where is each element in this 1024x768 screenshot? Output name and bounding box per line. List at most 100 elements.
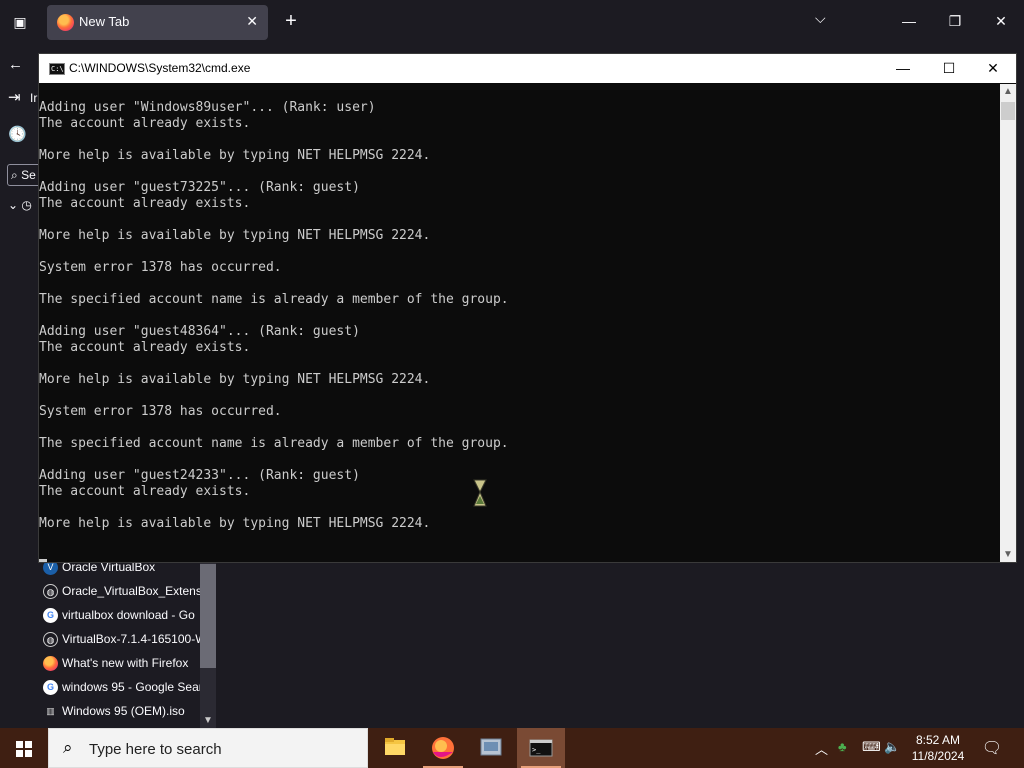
console-line: Adding user "guest24233"... (Rank: guest…	[39, 468, 360, 483]
console-line: Adding user "guest48364"... (Rank: guest…	[39, 324, 360, 339]
tab-title: New Tab	[79, 14, 130, 29]
chevron-down-icon[interactable]: ⌵	[815, 10, 826, 27]
list-item[interactable]: What's new with Firefox	[38, 652, 200, 676]
console-line: Adding user "guest73225"... (Rank: guest…	[39, 180, 360, 195]
close-button[interactable]: ✕	[978, 8, 1024, 34]
console-line: The specified account name is already a …	[39, 292, 509, 307]
cmd-window-title: C:\WINDOWS\System32\cmd.exe	[69, 61, 251, 75]
firefox-icon	[43, 656, 58, 671]
clock-icon[interactable]: 🕓	[8, 124, 32, 146]
firefox-content-area	[216, 562, 1024, 728]
library-scrollbar[interactable]: ▼	[200, 556, 216, 728]
list-all-tabs-icon[interactable]: ▣	[8, 11, 32, 33]
clock-date: 11/8/2024	[911, 749, 965, 763]
console-line: Adding user "Windows89user"... (Rank: us…	[39, 100, 376, 115]
console-line: The account already exists.	[39, 340, 251, 355]
list-item-label: Oracle_VirtualBox_Extensi	[62, 584, 200, 598]
cmd-window[interactable]: C:\ C:\WINDOWS\System32\cmd.exe — ☐ ✕ Ad…	[38, 53, 1017, 563]
list-item-label: Windows 95 (OEM).iso	[62, 704, 185, 718]
console-line: The specified account name is already a …	[39, 436, 509, 451]
list-item[interactable]: ▥ Windows 95 (OEM).iso	[38, 700, 200, 724]
console-line: The account already exists.	[39, 196, 251, 211]
restore-button[interactable]: ❐	[932, 8, 978, 34]
console-output[interactable]: Adding user "Windows89user"... (Rank: us…	[39, 84, 999, 562]
console-line: More help is available by typing NET HEL…	[39, 372, 431, 387]
list-item-label: What's new with Firefox	[62, 656, 189, 670]
taskbar-search-box[interactable]: ⌕ Type here to search	[48, 728, 368, 768]
console-line: The account already exists.	[39, 484, 251, 499]
taskbar: ⌕ Type here to search >_ ︿ ♣ ⌨ 🔈 8:52 AM…	[0, 728, 1024, 768]
list-item[interactable]: ◍ Oracle_VirtualBox_Extensi	[38, 580, 200, 604]
console-line: System error 1378 has occurred.	[39, 260, 282, 275]
console-line: System error 1378 has occurred.	[39, 404, 282, 419]
scroll-down-icon[interactable]: ▼	[203, 715, 213, 726]
taskbar-cmd[interactable]: >_	[517, 728, 565, 768]
scroll-up-icon[interactable]: ▲	[1003, 86, 1013, 97]
notifications-icon[interactable]: 🗨	[980, 738, 1004, 758]
scrollbar-thumb[interactable]	[1001, 102, 1015, 120]
console-line: More help is available by typing NET HEL…	[39, 228, 431, 243]
minimize-button[interactable]: —	[886, 8, 932, 34]
taskbar-virtualbox[interactable]	[467, 728, 515, 768]
console-line: More help is available by typing NET HEL…	[39, 148, 431, 163]
search-placeholder: Type here to search	[89, 741, 222, 758]
cmd-titlebar[interactable]: C:\ C:\WINDOWS\System32\cmd.exe — ☐ ✕	[39, 54, 1016, 83]
globe-icon: ◍	[43, 584, 58, 599]
virtualbox-icon	[480, 738, 502, 756]
list-item[interactable]: G virtualbox download - Go	[38, 604, 200, 628]
taskbar-firefox[interactable]	[419, 728, 467, 768]
show-hidden-icons-icon[interactable]: ︿	[815, 739, 828, 758]
list-item[interactable]: G windows 95 - Google Sear	[38, 676, 200, 700]
tab-new-tab[interactable]: New Tab ✕	[47, 5, 268, 40]
console-line: The account already exists.	[39, 116, 251, 131]
new-tab-button[interactable]: +	[279, 10, 303, 34]
list-item[interactable]: ◍ VirtualBox-7.1.4-165100-W	[38, 628, 200, 652]
svg-text:>_: >_	[532, 746, 541, 754]
cmd-minimize-button[interactable]: —	[880, 54, 926, 83]
list-item-label: VirtualBox-7.1.4-165100-W	[62, 632, 200, 646]
scrollbar-thumb[interactable]	[200, 564, 216, 668]
windows-logo-icon	[16, 741, 23, 748]
desktop-screen: ▣ New Tab ✕ + ⌵ — ❐ ✕ ← ⇥ Ir 🕓 ⌕ Se ⌄ ◷ V…	[0, 0, 1024, 768]
firefox-tab-bar: ▣ New Tab ✕ + ⌵ — ❐ ✕	[0, 0, 1024, 44]
cmd-close-button[interactable]: ✕	[970, 54, 1016, 83]
clock[interactable]: 8:52 AM 11/8/2024	[898, 732, 978, 764]
google-icon: G	[43, 608, 58, 623]
clock-time: 8:52 AM	[915, 733, 961, 747]
console-line: More help is available by typing NET HEL…	[39, 516, 431, 531]
list-item-label: virtualbox download - Go	[62, 608, 195, 622]
archive-icon: ▥	[46, 706, 55, 716]
hourglass-cursor-icon	[473, 479, 487, 507]
search-icon: ⌕	[63, 738, 73, 757]
folder-icon	[385, 738, 405, 755]
google-icon: G	[43, 680, 58, 695]
scroll-down-icon[interactable]: ▼	[1003, 549, 1013, 560]
start-button[interactable]	[0, 728, 48, 768]
search-partial-text: Se	[21, 168, 36, 182]
expand-chevron-icon[interactable]: ⌄ ◷	[8, 194, 32, 216]
network-icon[interactable]: ⌨	[862, 739, 881, 755]
cmd-app-icon: C:\	[49, 63, 65, 75]
network-sharing-icon[interactable]: ♣	[838, 739, 847, 754]
terminal-icon: >_	[529, 739, 553, 757]
close-tab-icon[interactable]: ✕	[246, 13, 258, 30]
cmd-scrollbar[interactable]: ▲ ▼	[1000, 84, 1016, 562]
console-cursor	[39, 559, 47, 562]
back-arrow-icon[interactable]: ←	[8, 54, 32, 76]
cmd-maximize-button[interactable]: ☐	[926, 54, 972, 83]
taskbar-file-explorer[interactable]	[371, 728, 419, 768]
firefox-icon	[432, 737, 454, 759]
import-icon[interactable]: ⇥ Ir	[8, 87, 37, 109]
firefox-sidebar: ← ⇥ Ir 🕓 ⌕ Se ⌄ ◷	[0, 44, 47, 560]
